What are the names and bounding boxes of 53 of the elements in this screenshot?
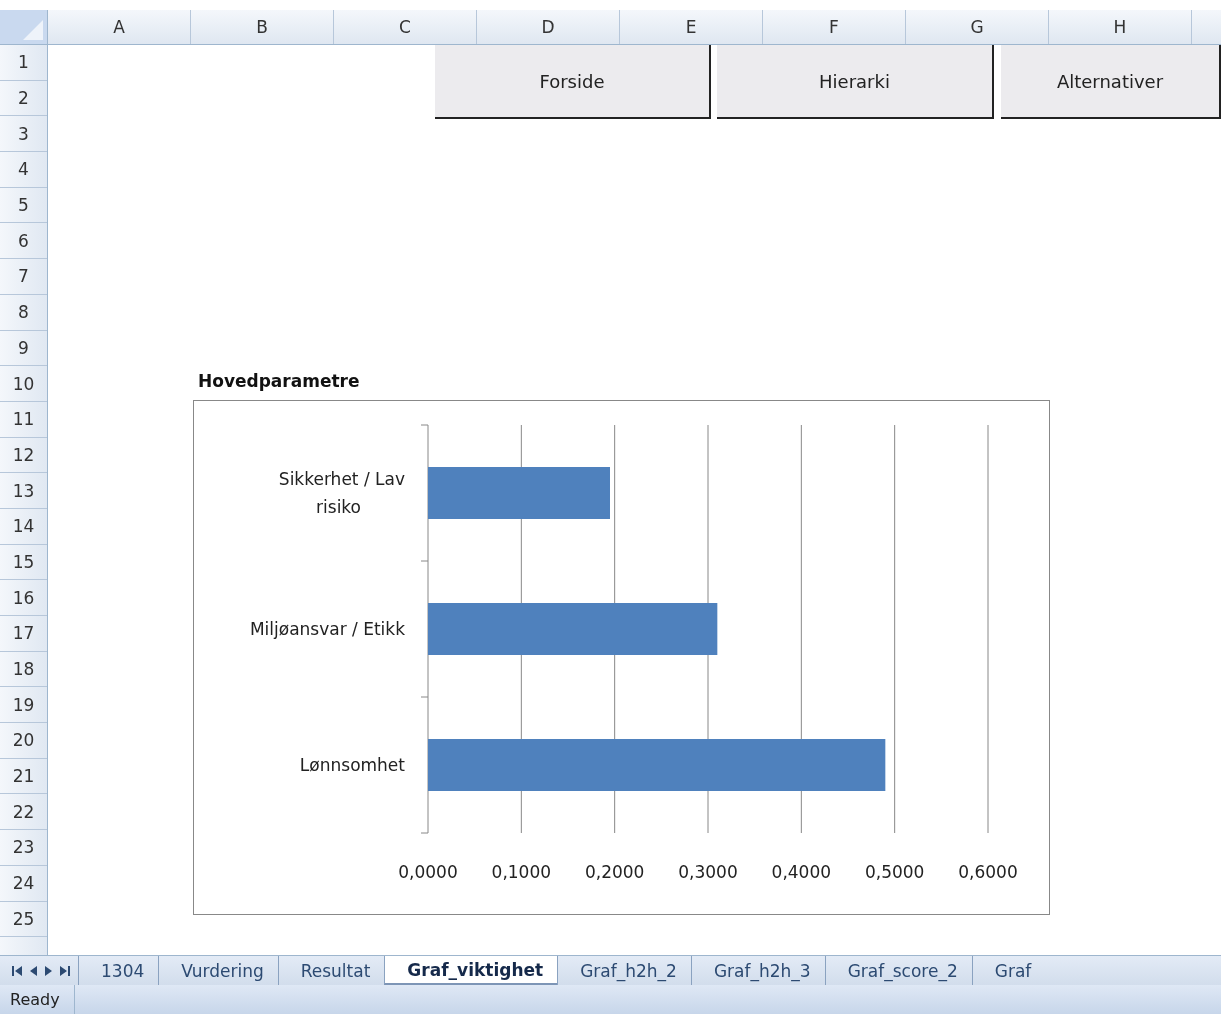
row-header[interactable]: 1 xyxy=(0,45,47,81)
tick-label: 0,2000 xyxy=(584,862,645,882)
row-header[interactable]: 20 xyxy=(0,723,47,759)
row-header[interactable]: 3 xyxy=(0,116,47,153)
row-header[interactable]: 13 xyxy=(0,473,47,509)
row-header[interactable]: 8 xyxy=(0,294,47,331)
tick-label: 0,6000 xyxy=(958,862,1018,882)
row-header[interactable]: 9 xyxy=(0,330,47,367)
column-header[interactable]: F xyxy=(763,10,906,44)
row-header[interactable]: 16 xyxy=(0,580,47,616)
sheet-tab[interactable]: Graf_viktighet xyxy=(384,956,558,985)
row-header[interactable]: 12 xyxy=(0,437,47,474)
column-header[interactable]: G xyxy=(906,10,1049,44)
row-header[interactable]: 19 xyxy=(0,687,47,724)
row-header[interactable]: 10 xyxy=(0,366,47,402)
column-header[interactable]: E xyxy=(620,10,763,44)
category-label: Lønnsomhet xyxy=(299,755,405,775)
tick-label: 0,4000 xyxy=(771,862,832,882)
tick-label: 0,0000 xyxy=(398,862,458,882)
row-header[interactable]: 21 xyxy=(0,758,47,795)
row-header[interactable]: 22 xyxy=(0,794,47,831)
last-sheet-icon[interactable] xyxy=(60,965,70,976)
column-header[interactable]: H xyxy=(1049,10,1192,44)
row-header[interactable]: 7 xyxy=(0,259,47,295)
row-header[interactable]: 25 xyxy=(0,901,47,938)
column-header[interactable]: B xyxy=(191,10,334,44)
column-header[interactable]: A xyxy=(48,10,191,44)
status-text: Ready xyxy=(0,985,75,1014)
sheet-button[interactable]: Alternativer xyxy=(1001,45,1221,119)
row-header[interactable]: 6 xyxy=(0,223,47,260)
category-label: Miljøansvar / Etikk xyxy=(249,619,405,639)
next-sheet-icon[interactable] xyxy=(44,965,54,976)
row-header[interactable]: 23 xyxy=(0,830,47,866)
row-header[interactable]: 17 xyxy=(0,616,47,652)
column-header[interactable]: D xyxy=(477,10,620,44)
row-header[interactable]: 2 xyxy=(0,80,47,117)
row-header[interactable]: 18 xyxy=(0,651,47,688)
row-header[interactable]: 11 xyxy=(0,401,47,438)
previous-sheet-icon[interactable] xyxy=(28,965,38,976)
row-header[interactable]: 24 xyxy=(0,865,47,902)
column-header[interactable]: C xyxy=(334,10,477,44)
chart-title: Hovedparametre xyxy=(198,371,360,391)
row-header[interactable]: 15 xyxy=(0,544,47,581)
sheet-button[interactable]: Forside xyxy=(435,45,711,119)
first-sheet-icon[interactable] xyxy=(12,965,22,976)
tick-label: 0,5000 xyxy=(864,862,925,882)
tick-label: 0,1000 xyxy=(491,862,552,882)
row-header[interactable]: 5 xyxy=(0,187,47,224)
sheet-button[interactable]: Hierarki xyxy=(717,45,994,119)
row-header[interactable]: 4 xyxy=(0,152,47,188)
tick-label: 0,3000 xyxy=(678,862,738,882)
row-header[interactable]: 14 xyxy=(0,508,47,545)
category-label: Sikkerhet / Lav risiko xyxy=(278,469,405,517)
